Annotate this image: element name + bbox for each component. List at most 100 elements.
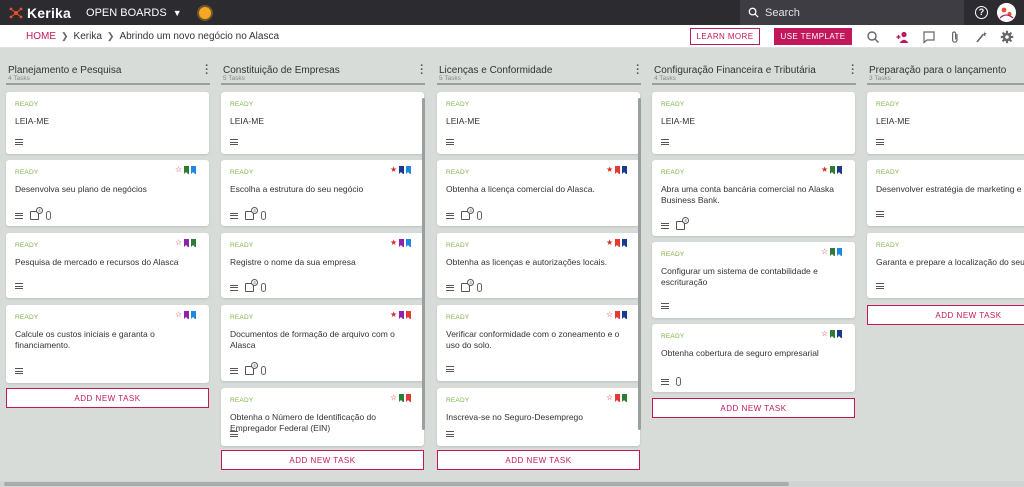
add-new-task-button[interactable]: ADD NEW TASK (221, 450, 424, 470)
star-outline-icon[interactable]: ☆ (390, 394, 397, 402)
chat-icon[interactable] (922, 30, 936, 44)
column: Licenças e Conformidade 5 Tasks · · · READY LE… (431, 55, 647, 480)
task-icons: 4 (446, 279, 482, 292)
settings-gear-icon[interactable] (1000, 30, 1014, 44)
star-outline-icon[interactable]: ☆ (175, 166, 182, 174)
task-card[interactable]: READY Configurar um sistema de contabilid… (652, 242, 855, 318)
task-flags: ☆ (606, 394, 628, 402)
column-scrollbar[interactable] (422, 98, 425, 430)
bookmark-tag-icon (399, 311, 405, 319)
task-card[interactable]: READY Calcule os custos iniciais e garant… (6, 305, 209, 383)
task-card[interactable]: READY Verificar conformidade com o zoneam… (437, 305, 640, 381)
task-card[interactable]: READY Documentos de formação de arquivo c… (221, 305, 424, 381)
star-filled-icon[interactable]: ★ (390, 239, 397, 247)
paperclip-icon (477, 283, 482, 292)
star-outline-icon[interactable]: ☆ (175, 311, 182, 319)
task-card[interactable]: READY LEIA-ME (652, 92, 855, 154)
learn-more-button[interactable]: LEARN MORE (690, 28, 760, 45)
breadcrumb-home-link[interactable]: HOME (26, 31, 56, 42)
column-task-count: 4 Tasks (8, 75, 30, 82)
add-new-task-button[interactable]: ADD NEW TASK (437, 450, 640, 470)
star-filled-icon[interactable]: ★ (821, 166, 828, 174)
task-card[interactable]: READY Abra uma conta bancária comercial n… (652, 160, 855, 236)
bookmark-tag-icon (399, 394, 405, 402)
column-task-count: 4 Tasks (654, 75, 676, 82)
column-menu-icon[interactable]: · · · (850, 61, 856, 80)
kerika-logo[interactable]: Kerika (9, 5, 71, 21)
star-outline-icon[interactable]: ☆ (821, 248, 828, 256)
task-card[interactable]: READY Obtenha o Número de Identificação d… (221, 388, 424, 446)
description-icon (661, 222, 669, 229)
description-icon (446, 139, 454, 145)
task-card[interactable]: READY Desenvolva seu plano de negócios ☆ 4 (6, 160, 209, 226)
star-outline-icon[interactable]: ☆ (606, 394, 613, 402)
horizontal-scrollbar[interactable] (0, 481, 1024, 487)
task-card[interactable]: READY Obtenha as licenças e autorizações … (437, 233, 640, 298)
magic-wand-icon[interactable] (974, 30, 988, 44)
column-menu-icon[interactable]: · · · (635, 61, 641, 80)
description-icon (446, 366, 454, 372)
paperclip-icon (261, 283, 266, 292)
column-header[interactable]: Licenças e Conformidade 5 Tasks · · · (437, 55, 641, 85)
task-card[interactable]: READY LEIA-ME (867, 92, 1024, 154)
column-header[interactable]: Planejamento e Pesquisa 4 Tasks · · · (6, 55, 210, 85)
checklist-icon: 4 (30, 207, 43, 220)
user-avatar[interactable] (997, 3, 1016, 22)
star-filled-icon[interactable]: ★ (606, 239, 613, 247)
column-menu-icon[interactable]: · · · (419, 61, 425, 80)
column-header[interactable]: Preparação para o lançamento 3 Tasks (867, 55, 1024, 85)
bookmark-tag-icon (615, 166, 621, 174)
task-card[interactable]: READY Garanta e prepare a localização do … (867, 233, 1024, 298)
column-header[interactable]: Configuração Financeira e Tributária 4 Ta… (652, 55, 856, 85)
add-new-task-button[interactable]: ADD NEW TASK (867, 305, 1024, 325)
task-card[interactable]: READY Desenvolver estratégia de marketing… (867, 160, 1024, 226)
task-card[interactable]: READY Obtenha a licença comercial do Alas… (437, 160, 640, 226)
task-card[interactable]: READY Pesquisa de mercado e recursos do A… (6, 233, 209, 298)
paperclip-icon (477, 211, 482, 220)
task-card[interactable]: READY Escolha a estrutura do seu negócio ★… (221, 160, 424, 226)
bookmark-tag-icon (184, 311, 190, 319)
task-card[interactable]: READY LEIA-ME (221, 92, 424, 154)
breadcrumb-org-link[interactable]: Kerika (74, 31, 102, 42)
open-boards-menu[interactable]: OPEN BOARDS ▼ (86, 7, 182, 19)
task-icons: 4 (15, 207, 51, 220)
app-name: Kerika (27, 4, 72, 21)
search-input[interactable] (765, 6, 945, 19)
add-new-task-button[interactable]: ADD NEW TASK (652, 398, 855, 418)
task-status: READY (876, 169, 900, 176)
star-filled-icon[interactable]: ★ (390, 311, 397, 319)
add-team-member-icon[interactable] (896, 30, 910, 44)
column-menu-icon[interactable]: · · · (204, 61, 210, 80)
task-status: READY (876, 242, 900, 249)
column-scrollbar[interactable] (638, 98, 641, 430)
bookmark-tag-icon (615, 394, 621, 402)
horizontal-scrollbar-thumb[interactable] (4, 482, 789, 486)
checklist-count: 4 (682, 217, 689, 224)
star-outline-icon[interactable]: ☆ (175, 239, 182, 247)
task-card[interactable]: READY Obtenha cobertura de seguro empresa… (652, 324, 855, 392)
theme-sun-icon[interactable] (198, 6, 211, 19)
task-card[interactable]: READY Registre o nome da sua empresa ★ 4 (221, 233, 424, 298)
add-new-task-button[interactable]: ADD NEW TASK (6, 388, 209, 408)
task-card[interactable]: READY Inscreva-se no Seguro-Desemprego ☆ (437, 388, 640, 446)
task-status: READY (446, 169, 470, 176)
search-box[interactable] (740, 0, 964, 25)
attachment-icon[interactable] (948, 30, 962, 44)
board-search-icon[interactable] (866, 30, 880, 44)
column-header[interactable]: Constituição de Empresas 5 Tasks · · · (221, 55, 425, 85)
star-filled-icon[interactable]: ★ (390, 166, 397, 174)
star-filled-icon[interactable]: ★ (606, 166, 613, 174)
bookmark-tag-icon (191, 311, 197, 319)
task-card[interactable]: READY LEIA-ME (437, 92, 640, 154)
star-outline-icon[interactable]: ☆ (821, 330, 828, 338)
star-outline-icon[interactable]: ☆ (606, 311, 613, 319)
task-title: Obtenha o Número de Identificação do Emp… (230, 412, 377, 433)
task-title: Obtenha cobertura de seguro empresarial (661, 348, 819, 358)
bookmark-tag-icon (406, 394, 412, 402)
help-icon[interactable]: ? (975, 6, 988, 19)
use-template-button[interactable]: USE TEMPLATE (774, 28, 852, 45)
description-icon (446, 431, 454, 437)
task-card[interactable]: READY LEIA-ME (6, 92, 209, 154)
task-status: READY (661, 333, 685, 340)
task-title: LEIA-ME (15, 116, 50, 126)
